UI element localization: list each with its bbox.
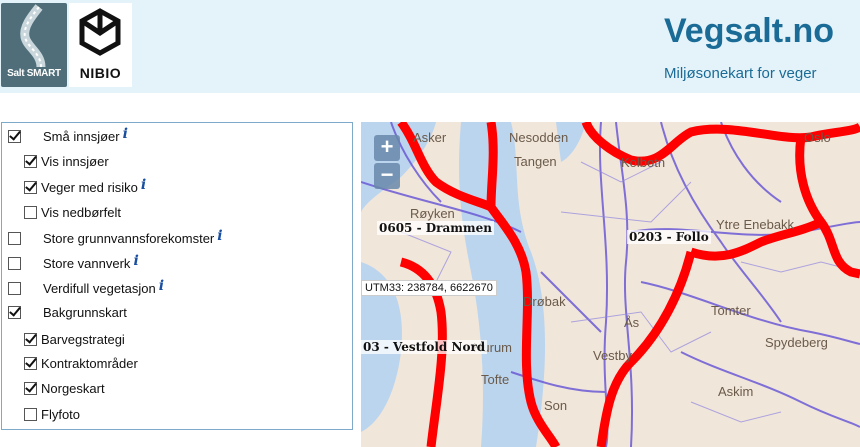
checkbox[interactable] [8, 231, 21, 245]
checkbox[interactable] [24, 356, 37, 370]
layer-background[interactable]: Bakgrunnskart [8, 302, 127, 322]
contract-label-drammen: 0605 - Drammen [377, 221, 494, 235]
place-name: Oslo [804, 130, 831, 145]
layer-contracts[interactable]: Kontraktområder [24, 353, 138, 373]
layer-groundwater[interactable]: Store grunnvannsforekomster i [8, 228, 223, 248]
checkbox[interactable] [24, 180, 37, 194]
layer-label: Vis innsjøer [41, 153, 109, 169]
layer-label: Flyfoto [41, 406, 81, 422]
saltsmart-road-icon [20, 4, 46, 68]
layer-barveg[interactable]: Barvegstrategi [24, 329, 125, 349]
layer-label: Store grunnvannsforekomster [43, 230, 215, 246]
site-title: Vegsalt.no [664, 12, 835, 50]
nibio-logo[interactable]: NIBIO [69, 3, 132, 87]
place-name: Kolbotn [621, 155, 666, 170]
place-name: Tomter [711, 303, 751, 318]
layer-norgeskart[interactable]: Norgeskart [24, 378, 105, 398]
place-name: Tangen [514, 154, 557, 169]
info-icon[interactable]: i [133, 253, 138, 269]
layer-small-lakes[interactable]: Små innsjøer i [8, 126, 128, 146]
place-name: Vestby [593, 348, 633, 363]
contract-label-vestfold: 03 - Vestfold Nord [361, 340, 488, 354]
layer-label: Veger med risiko [41, 179, 138, 195]
checkbox[interactable] [24, 154, 37, 168]
checkbox[interactable] [24, 407, 37, 421]
layer-label: Bakgrunnskart [43, 304, 127, 320]
nibio-cube-icon [79, 8, 121, 56]
saltsmart-logo-text: Salt SMART [7, 68, 61, 79]
zoom-in-button[interactable]: + [374, 135, 400, 161]
place-name: Tofte [481, 372, 510, 387]
info-icon[interactable]: i [217, 228, 222, 244]
place-name: Ås [624, 315, 640, 330]
layer-vegetation[interactable]: Verdifull vegetasjon i [8, 278, 164, 298]
layer-label: Norgeskart [41, 380, 105, 396]
layer-catchment[interactable]: Vis nedbørfelt [24, 202, 121, 222]
layer-label: Vis nedbørfelt [41, 204, 121, 220]
layer-label: Store vannverk [43, 255, 131, 271]
place-name: Drøbak [523, 294, 566, 309]
contract-label-follo: 0203 - Follo [627, 230, 711, 244]
info-icon[interactable]: i [159, 278, 164, 294]
nibio-logo-text: NIBIO [79, 65, 122, 81]
layer-label: Barvegstrategi [41, 331, 125, 347]
place-name: Askim [718, 384, 754, 399]
place-name: Røyken [410, 206, 455, 221]
layer-waterworks[interactable]: Store vannverk i [8, 253, 139, 273]
zoom-out-button[interactable]: − [374, 163, 400, 189]
place-name: Nesodden [509, 130, 569, 145]
info-icon[interactable]: i [123, 126, 128, 142]
place-name: Ytre Enebakk [716, 217, 795, 232]
layer-show-lakes[interactable]: Vis innsjøer [24, 151, 109, 171]
map-view[interactable]: + − Røyken Asker Drøbak Hurum Tofte Son … [361, 122, 860, 447]
layer-label: Kontraktområder [41, 355, 138, 371]
place-name: Son [544, 398, 568, 413]
info-icon[interactable]: i [141, 177, 146, 193]
checkbox[interactable] [8, 256, 21, 270]
checkbox[interactable] [8, 281, 21, 295]
layer-panel: Små innsjøer i Vis innsjøer Veger med ri… [1, 122, 353, 430]
saltsmart-logo[interactable]: Salt SMART [1, 3, 67, 87]
checkbox[interactable] [24, 381, 37, 395]
checkbox[interactable] [24, 332, 37, 346]
site-subtitle: Miljøsonekart for veger [664, 65, 817, 82]
layer-label: Verdifull vegetasjon [43, 280, 156, 296]
checkbox[interactable] [8, 305, 21, 319]
coordinate-readout: UTM33: 238784, 6622670 [361, 280, 497, 296]
checkbox[interactable] [8, 129, 21, 143]
checkbox[interactable] [24, 205, 37, 219]
place-name: Spydeberg [765, 335, 828, 350]
layer-risk-roads[interactable]: Veger med risiko i [24, 177, 146, 197]
layer-aerial[interactable]: Flyfoto [24, 404, 80, 424]
site-header: Salt SMART NIBIO Vegsalt.no Miljøsonekar… [0, 0, 860, 93]
layer-label: Små innsjøer [43, 128, 120, 144]
place-name: Asker [413, 130, 447, 145]
